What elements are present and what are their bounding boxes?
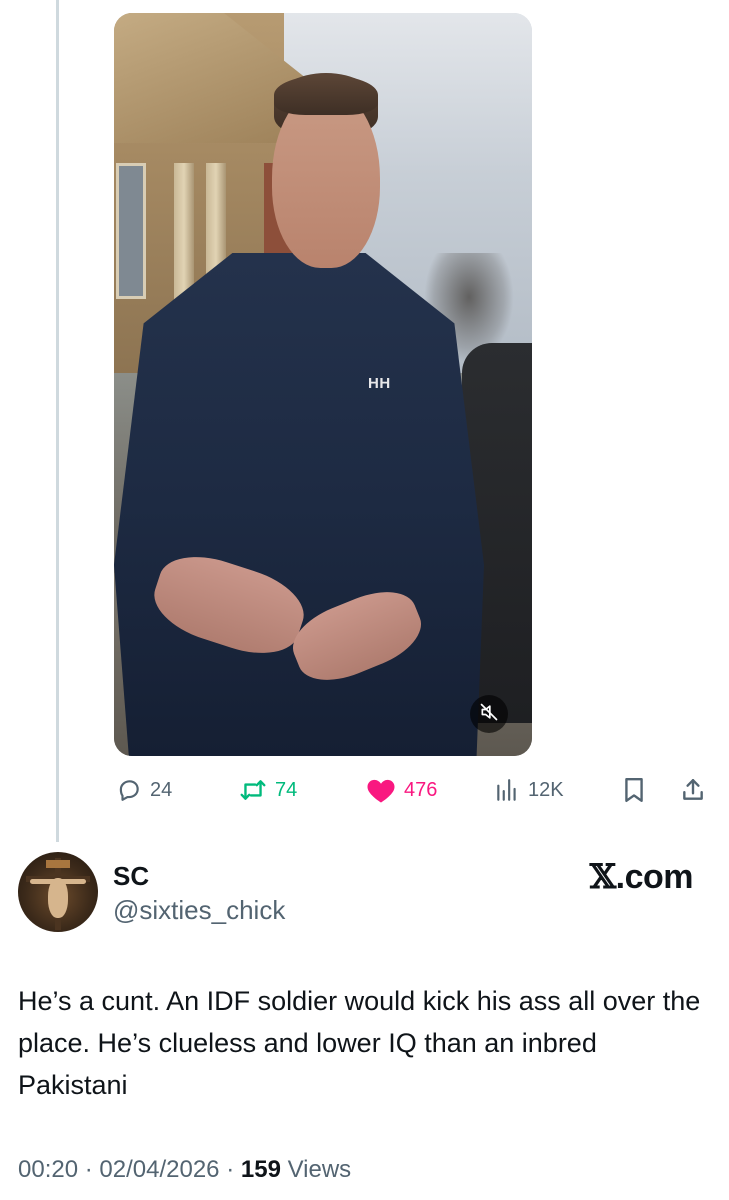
bookmark-icon bbox=[622, 777, 646, 803]
mute-button[interactable] bbox=[470, 695, 508, 733]
bookmark-button[interactable] bbox=[622, 770, 646, 810]
video-person-hair-front bbox=[274, 75, 378, 115]
thread-line bbox=[56, 0, 59, 842]
views-count: 12K bbox=[528, 778, 564, 801]
reply-button[interactable]: 24 bbox=[116, 770, 172, 810]
x-glyph: 𝕏 bbox=[589, 857, 616, 897]
avatar-figure bbox=[48, 878, 68, 918]
share-button[interactable] bbox=[680, 770, 706, 810]
jacket-logo: HH bbox=[368, 375, 391, 392]
video-player[interactable]: HH bbox=[114, 13, 532, 756]
x-logo: 𝕏.com bbox=[589, 857, 694, 897]
mute-icon bbox=[479, 702, 499, 727]
share-icon bbox=[680, 777, 706, 803]
repost-button[interactable]: 74 bbox=[239, 770, 297, 810]
avatar-plaque bbox=[46, 860, 70, 868]
video-person-head bbox=[272, 88, 380, 268]
like-button[interactable]: 476 bbox=[366, 770, 437, 810]
video-person-jacket bbox=[114, 253, 484, 756]
meta-separator: · bbox=[84, 1156, 93, 1183]
author-name[interactable]: SC bbox=[113, 861, 149, 892]
avatar[interactable] bbox=[18, 852, 98, 932]
heart-icon bbox=[366, 776, 396, 804]
x-logo-suffix: .com bbox=[615, 858, 694, 896]
tweet-meta: 00:20 · 02/04/2026 · 159 Views bbox=[18, 1156, 351, 1184]
reply-count: 24 bbox=[150, 778, 173, 801]
tweet-text: He’s a cunt. An IDF soldier would kick h… bbox=[18, 986, 701, 1100]
views-button[interactable]: 12K bbox=[494, 770, 564, 810]
meta-separator: · bbox=[226, 1156, 235, 1183]
video-window bbox=[116, 163, 146, 299]
reply-icon bbox=[116, 777, 142, 803]
author-handle[interactable]: @sixties_chick bbox=[113, 895, 285, 926]
like-count: 476 bbox=[404, 778, 438, 801]
views-total: 159 bbox=[240, 1156, 281, 1183]
views-icon bbox=[494, 777, 520, 803]
tweet-date[interactable]: 02/04/2026 bbox=[99, 1156, 219, 1183]
tweet-time[interactable]: 00:20 bbox=[18, 1156, 78, 1183]
views-label: Views bbox=[287, 1156, 352, 1183]
repost-icon bbox=[239, 777, 267, 803]
repost-count: 74 bbox=[275, 778, 298, 801]
action-bar: 24 74 476 12K bbox=[114, 770, 714, 810]
